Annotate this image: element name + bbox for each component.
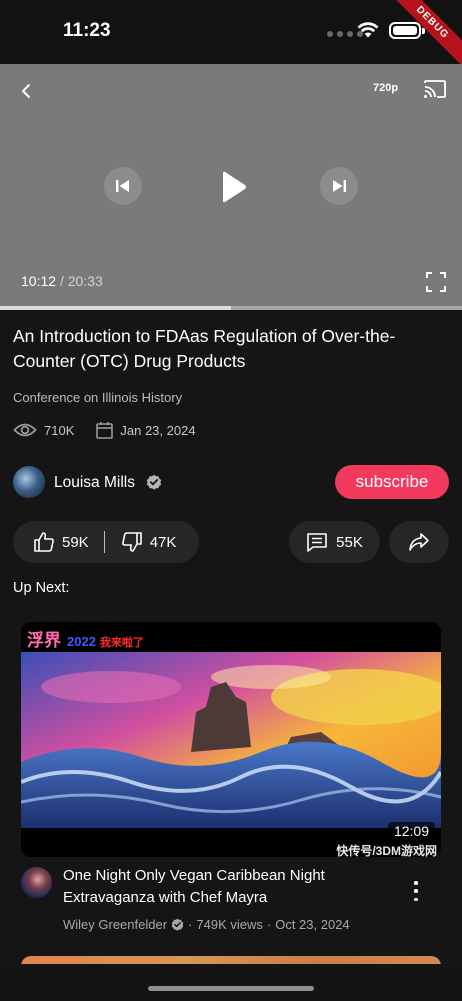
comment-count: 55K <box>336 533 363 551</box>
card-channel-avatar[interactable] <box>21 867 52 898</box>
card-channel-name: Wiley Greenfelder <box>63 917 168 932</box>
card-views: 749K views <box>196 917 263 932</box>
app-screen: 11:23 DEBUG 720p 10:12 / 20:33 An Introd… <box>0 0 462 1001</box>
views-meta: 710K <box>13 422 74 438</box>
thumbnail-banner: 浮界 2022 我来啦了 <box>27 626 144 651</box>
status-bar: 11:23 DEBUG <box>0 0 462 72</box>
video-player[interactable]: 720p 10:12 / 20:33 <box>0 64 462 310</box>
battery-icon <box>389 22 421 39</box>
more-vertical-icon[interactable] <box>410 881 422 901</box>
card-meta: Wiley Greenfelder · 749K views · Oct 23,… <box>63 917 350 932</box>
thumb-down-icon <box>121 532 142 552</box>
calendar-icon <box>96 422 114 439</box>
thumbnail-banner-year: 2022 <box>67 634 96 649</box>
card-video-title[interactable]: One Night Only Vegan Caribbean Night Ext… <box>63 865 383 909</box>
verified-badge-icon <box>146 474 162 490</box>
thumbnail-banner-tail: 我来啦了 <box>99 637 144 649</box>
divider <box>103 531 105 553</box>
video-subtitle: Conference on Illinois History <box>13 390 183 405</box>
time-display: 10:12 / 20:33 <box>21 273 103 289</box>
verified-badge-icon <box>171 918 184 931</box>
dislike-count: 47K <box>149 533 177 551</box>
quality-button[interactable]: 720p <box>373 82 398 94</box>
comment-icon <box>307 533 327 552</box>
fullscreen-icon[interactable] <box>425 271 447 293</box>
dislike-button[interactable]: 47K <box>121 531 177 553</box>
video-duration: 12:09 <box>387 822 435 840</box>
current-time: 10:12 <box>21 273 57 289</box>
share-button[interactable] <box>389 521 449 563</box>
thumb-up-icon <box>34 532 54 552</box>
home-indicator[interactable] <box>148 986 314 991</box>
up-next-heading: Up Next: <box>13 580 70 596</box>
progress-bar[interactable] <box>0 306 462 310</box>
video-meta: 710K Jan 23, 2024 <box>13 421 196 439</box>
next-button[interactable] <box>320 167 358 205</box>
thumbnail-banner-title: 浮界 <box>27 631 61 650</box>
total-time: 20:33 <box>67 273 103 289</box>
meta-dot: · <box>266 917 272 932</box>
time-separator: / <box>59 273 64 289</box>
subscribe-button[interactable]: subscribe <box>335 465 449 499</box>
card-date: Oct 23, 2024 <box>275 917 350 932</box>
status-time: 11:23 <box>63 20 111 41</box>
cast-icon[interactable] <box>423 79 447 99</box>
channel-avatar[interactable] <box>13 466 45 498</box>
chevron-left-icon[interactable] <box>16 80 38 102</box>
skip-next-icon <box>333 180 346 192</box>
like-count: 59K <box>62 533 89 551</box>
skip-previous-icon <box>116 180 129 192</box>
share-icon <box>409 533 429 551</box>
eye-icon <box>13 423 37 437</box>
like-dislike-group: 59K 47K <box>13 521 199 563</box>
progress-fill <box>0 306 231 310</box>
previous-button[interactable] <box>104 167 142 205</box>
date-meta: Jan 23, 2024 <box>96 421 196 439</box>
upload-date: Jan 23, 2024 <box>120 422 196 438</box>
thumbnail-artwork <box>21 652 441 828</box>
channel-name[interactable]: Louisa Mills <box>54 474 135 492</box>
meta-dot: · <box>188 917 193 932</box>
video-title: An Introduction to FDAas Regulation of O… <box>13 326 396 371</box>
comments-button[interactable]: 55K <box>289 521 380 563</box>
bottom-bar <box>0 964 462 1001</box>
thumbnail-watermark: 快传号/3DM游戏网 <box>336 844 437 857</box>
video-thumbnail[interactable]: 浮界 2022 我来啦了 12:09 快传号/3DM游戏网 <box>21 622 441 857</box>
play-icon[interactable] <box>218 170 248 204</box>
views-count: 710K <box>44 422 75 438</box>
wifi-icon <box>357 22 379 38</box>
like-button[interactable]: 59K <box>33 531 89 553</box>
